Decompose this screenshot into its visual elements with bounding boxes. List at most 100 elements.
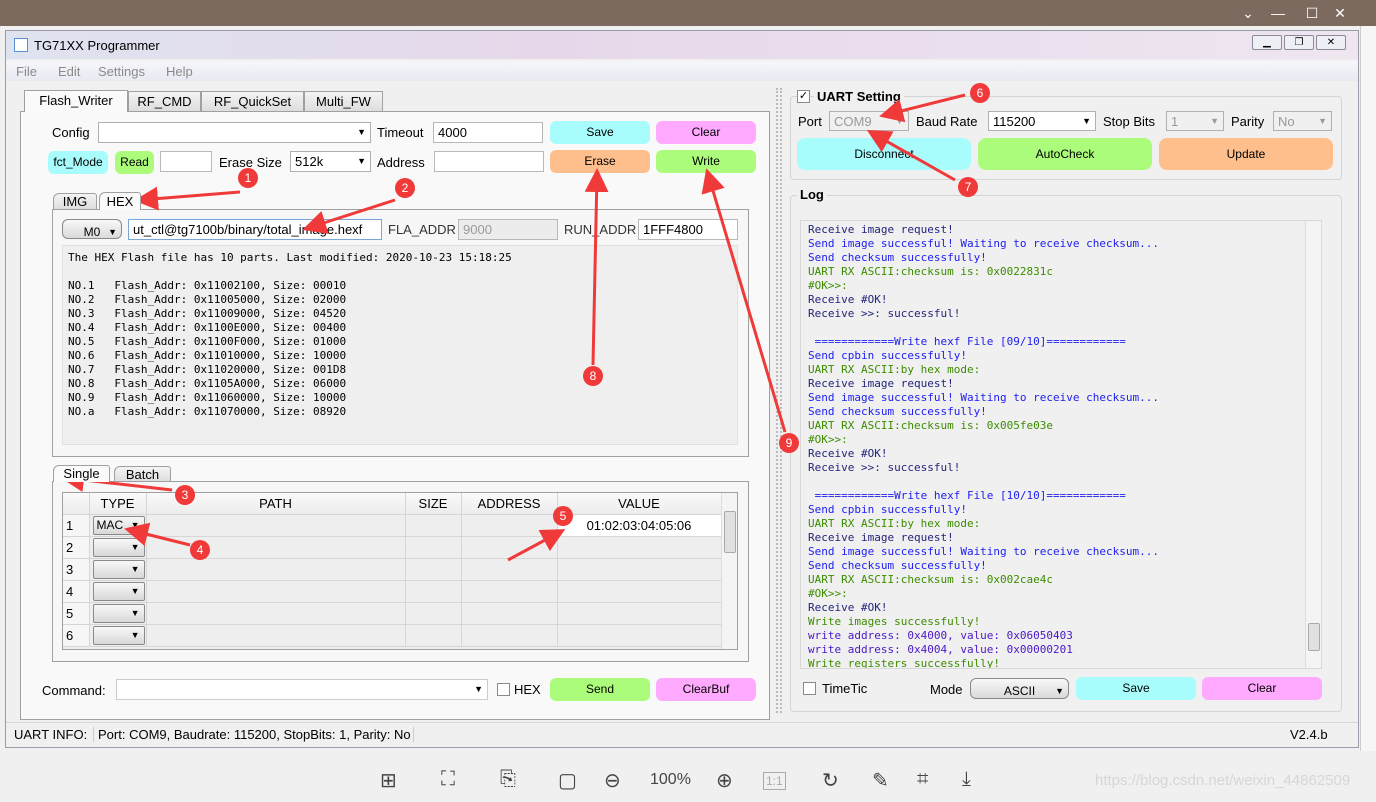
address-cell[interactable] — [461, 580, 558, 603]
chevron-down-icon[interactable]: ⌄ — [1238, 5, 1258, 22]
translate-icon[interactable]: ⎘ — [500, 768, 516, 791]
send-button[interactable]: Send — [550, 678, 650, 701]
run-addr-input[interactable]: 1FFF4800 — [638, 219, 738, 240]
path-cell[interactable] — [146, 514, 406, 537]
tab-rf-quickset[interactable]: RF_QuickSet — [201, 91, 304, 112]
col-type[interactable]: TYPE — [89, 493, 147, 515]
tab-hex[interactable]: HEX — [99, 192, 141, 210]
log-output[interactable]: Receive image request! Send image success… — [800, 220, 1322, 669]
fct-mode-button[interactable]: fct_Mode — [48, 151, 108, 174]
type-select[interactable]: ▼ — [92, 625, 145, 645]
size-cell[interactable] — [405, 580, 462, 603]
zoom-out-icon[interactable]: ⊖ — [604, 768, 621, 793]
edit-icon[interactable]: ✎ — [872, 768, 889, 793]
address-cell[interactable] — [461, 624, 558, 647]
col-path[interactable]: PATH — [146, 493, 406, 515]
value-cell[interactable] — [557, 602, 722, 625]
port-select[interactable]: COM9 ▼ — [829, 111, 909, 131]
log-scrollbar[interactable] — [1305, 221, 1321, 668]
erase-button[interactable]: Erase — [550, 150, 650, 173]
save-button[interactable]: Save — [550, 121, 650, 144]
close-button[interactable]: ✕ — [1316, 35, 1346, 50]
close-icon[interactable]: ✕ — [1330, 5, 1350, 22]
hex-path-input[interactable]: ut_ctl@tg7100b/binary/total_image.hexf — [128, 219, 382, 240]
address-cell[interactable] — [461, 602, 558, 625]
path-cell[interactable] — [146, 536, 406, 559]
path-cell[interactable] — [146, 580, 406, 603]
col-size[interactable]: SIZE — [405, 493, 462, 515]
disconnect-button[interactable]: Disconnect — [797, 138, 971, 170]
menu-settings[interactable]: Settings — [98, 64, 145, 79]
value-cell[interactable] — [557, 536, 722, 559]
zoom-in-icon[interactable]: ⊕ — [716, 768, 733, 793]
address-input[interactable] — [434, 151, 544, 172]
menu-edit[interactable]: Edit — [58, 64, 80, 79]
value-cell[interactable] — [557, 624, 722, 647]
scroll-thumb[interactable] — [724, 511, 736, 553]
menu-file[interactable]: File — [16, 64, 37, 79]
timeout-input[interactable]: 4000 — [433, 122, 543, 143]
value-cell[interactable]: 01:02:03:04:05:06 — [557, 514, 722, 537]
tab-flash-writer[interactable]: Flash_Writer — [24, 90, 128, 112]
type-select[interactable]: ▼ — [92, 603, 145, 623]
menu-help[interactable]: Help — [166, 64, 193, 79]
minimize-button[interactable]: ▁ — [1252, 35, 1282, 50]
type-select[interactable]: ▼ — [92, 537, 145, 557]
config-select[interactable]: ▼ — [98, 122, 371, 143]
uart-setting-checkbox[interactable]: ✓ — [797, 90, 810, 103]
update-button[interactable]: Update — [1159, 138, 1333, 170]
timetic-checkbox[interactable] — [803, 682, 816, 695]
parity-select[interactable]: No ▼ — [1273, 111, 1332, 131]
address-cell[interactable] — [461, 536, 558, 559]
tab-img[interactable]: IMG — [53, 193, 97, 210]
path-cell[interactable] — [146, 558, 406, 581]
scroll-thumb[interactable] — [1308, 623, 1320, 651]
size-cell[interactable] — [405, 624, 462, 647]
actual-size-icon[interactable]: 1:1 — [763, 772, 786, 790]
layout-icon[interactable]: ⊞ — [380, 768, 397, 793]
clear-button[interactable]: Clear — [656, 121, 756, 144]
minimize-icon[interactable]: — — [1268, 5, 1288, 21]
read-button[interactable]: Read — [115, 151, 154, 174]
type-select[interactable]: ▼ — [92, 581, 145, 601]
fit-screen-icon[interactable]: ▢ — [558, 768, 577, 793]
path-cell[interactable] — [146, 602, 406, 625]
download-icon[interactable]: ⤓ — [962, 768, 971, 791]
size-cell[interactable] — [405, 558, 462, 581]
address-cell[interactable] — [461, 514, 558, 537]
clearbuf-button[interactable]: ClearBuf — [656, 678, 756, 701]
erase-size-select[interactable]: 512k ▼ — [290, 151, 371, 172]
fla-addr-input[interactable]: 9000 — [458, 219, 558, 240]
value-cell[interactable] — [557, 558, 722, 581]
tab-batch[interactable]: Batch — [114, 466, 171, 482]
command-combo[interactable]: ▼ — [116, 679, 488, 700]
baud-rate-select[interactable]: 115200 ▼ — [988, 111, 1096, 131]
ocr-icon[interactable]: ⛶ — [441, 768, 455, 791]
size-cell[interactable] — [405, 602, 462, 625]
tab-multi-fw[interactable]: Multi_FW — [304, 91, 383, 112]
maximize-icon[interactable]: ☐ — [1302, 5, 1322, 22]
table-scrollbar[interactable] — [721, 493, 737, 649]
crop-icon[interactable]: ⌗ — [917, 768, 928, 791]
address-cell[interactable] — [461, 558, 558, 581]
mode-select[interactable]: ASCII ▼ — [970, 678, 1069, 699]
read-input[interactable] — [160, 151, 212, 172]
stop-bits-select[interactable]: 1 ▼ — [1166, 111, 1224, 131]
autocheck-button[interactable]: AutoCheck — [978, 138, 1152, 170]
size-cell[interactable] — [405, 514, 462, 537]
rotate-icon[interactable]: ↻ — [822, 768, 839, 793]
splitter-handle[interactable] — [776, 88, 782, 713]
value-cell[interactable] — [557, 580, 722, 603]
log-clear-button[interactable]: Clear — [1202, 677, 1322, 700]
path-cell[interactable] — [146, 624, 406, 647]
type-select[interactable]: ▼ — [92, 559, 145, 579]
col-value[interactable]: VALUE — [557, 493, 722, 515]
mcu-select[interactable]: M0 ▼ — [62, 219, 122, 239]
write-button[interactable]: Write — [656, 150, 756, 173]
size-cell[interactable] — [405, 536, 462, 559]
tab-rf-cmd[interactable]: RF_CMD — [128, 91, 201, 112]
log-save-button[interactable]: Save — [1076, 677, 1196, 700]
hex-checkbox[interactable] — [497, 683, 510, 696]
restore-button[interactable]: ❐ — [1284, 35, 1314, 50]
type-select[interactable]: MAC ▼ — [92, 515, 145, 535]
